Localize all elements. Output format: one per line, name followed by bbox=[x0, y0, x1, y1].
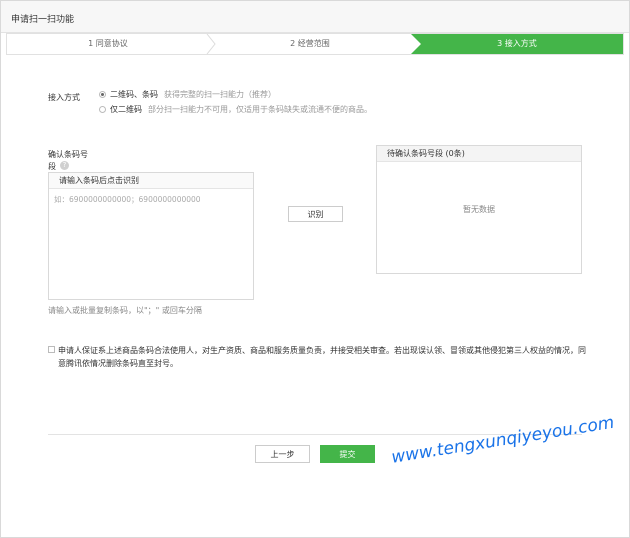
pending-barcode-panel: 待确认条码号段 (0条) 暂无数据 bbox=[376, 145, 582, 274]
step-access: 3 接入方式 bbox=[411, 34, 623, 54]
identify-button[interactable]: 识别 bbox=[288, 206, 343, 222]
confirm-barcode-label: 确认条码号 bbox=[48, 150, 88, 159]
barcode-input-hint: 请输入或批量复制条码，以"；" 或回车分隔 bbox=[48, 306, 202, 315]
empty-state: 暂无数据 bbox=[463, 205, 495, 214]
option-label: 二维码、条码 bbox=[110, 90, 158, 99]
option-qr-and-barcode[interactable]: 二维码、条码 获得完整的扫一扫能力（推荐） bbox=[110, 89, 276, 100]
barcode-input-box: 请输入条码后点击识别 bbox=[48, 172, 254, 300]
barcode-input-header: 请输入条码后点击识别 bbox=[49, 173, 253, 189]
pending-barcode-header: 待确认条码号段 (0条) bbox=[377, 146, 581, 162]
option-desc: 获得完整的扫一扫能力（推荐） bbox=[164, 90, 276, 99]
option-desc: 部分扫一扫能力不可用，仅适用于条码缺失或流通不便的商品。 bbox=[148, 105, 372, 114]
step-separator-icon bbox=[411, 34, 421, 54]
radio-qr-only[interactable] bbox=[99, 106, 106, 113]
confirm-barcode-label-cont: 段 bbox=[48, 162, 56, 171]
submit-button[interactable]: 提交 bbox=[320, 445, 375, 463]
step-agree: 1 同意协议 bbox=[88, 39, 128, 48]
page-title: 申请扫一扫功能 bbox=[11, 15, 75, 25]
barcode-input[interactable] bbox=[50, 190, 252, 298]
step-separator-icon bbox=[206, 34, 216, 54]
step-progress: 1 同意协议 2 经营范围 3 接入方式 bbox=[6, 33, 624, 55]
radio-qr-and-barcode[interactable] bbox=[99, 91, 106, 98]
access-method-label: 接入方式 bbox=[48, 93, 80, 102]
agreement-checkbox[interactable] bbox=[48, 346, 55, 353]
previous-step-button[interactable]: 上一步 bbox=[255, 445, 310, 463]
title-bar: 申请扫一扫功能 bbox=[1, 1, 629, 33]
option-qr-only[interactable]: 仅二维码 部分扫一扫能力不可用，仅适用于条码缺失或流通不便的商品。 bbox=[110, 104, 372, 115]
agreement-text: 申请人保证系上述商品条码合法使用人，对生产资质、商品和服务质量负责，并接受相关审… bbox=[58, 346, 586, 368]
step-scope: 2 经营范围 bbox=[290, 39, 330, 48]
option-label: 仅二维码 bbox=[110, 105, 142, 114]
help-icon[interactable]: ? bbox=[60, 161, 69, 170]
